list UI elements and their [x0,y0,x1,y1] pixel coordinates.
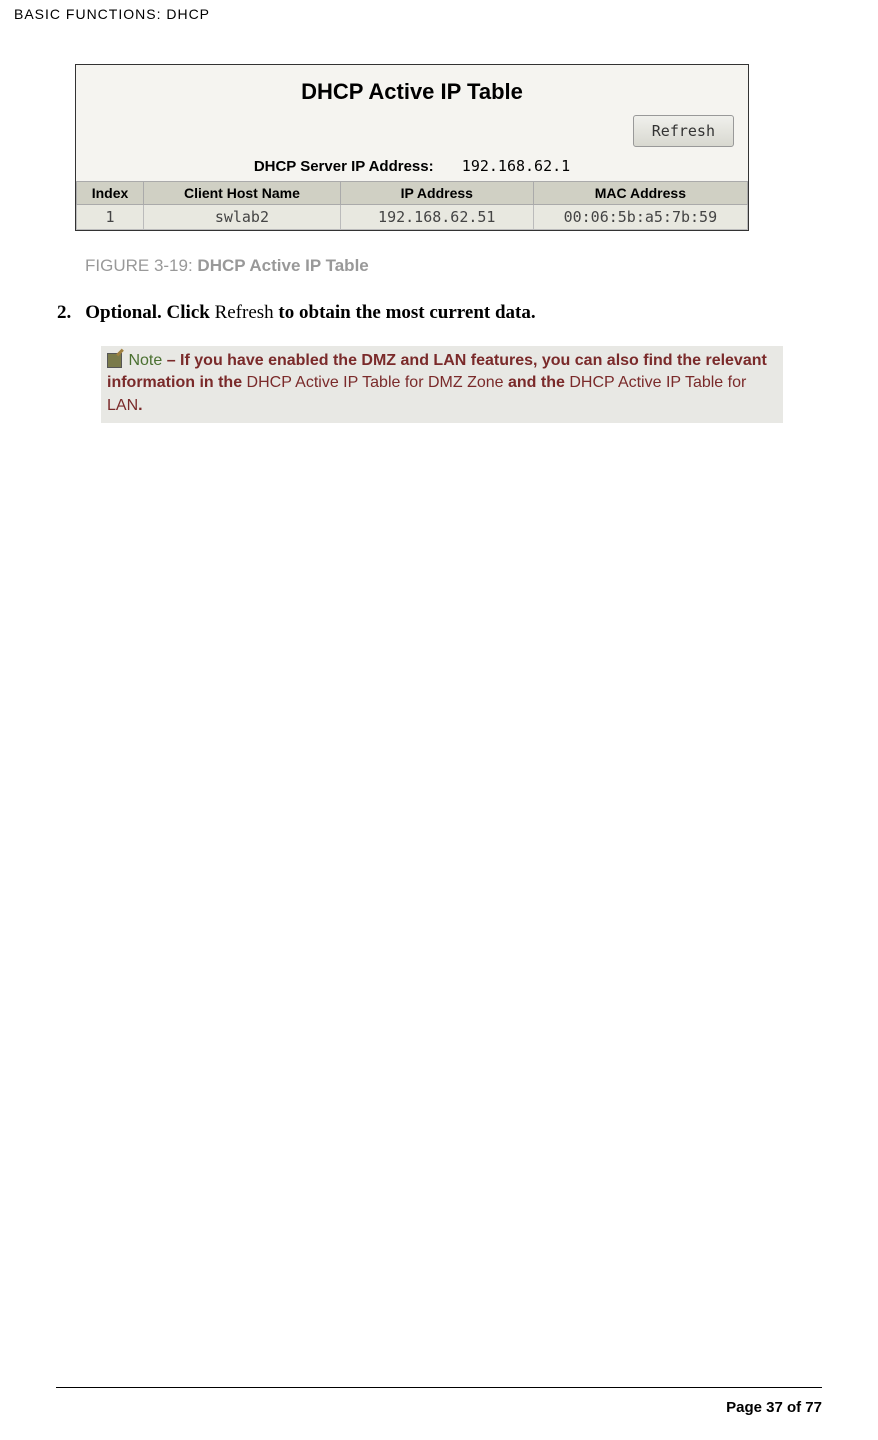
col-host-header: Client Host Name [144,182,341,205]
step-2: 2. Optional. Click Refresh to obtain the … [57,302,536,324]
col-ip-header: IP Address [340,182,533,205]
refresh-button[interactable]: Refresh [633,115,734,147]
page-number: Page 37 of 77 [726,1399,822,1416]
note-plain-1: DHCP Active IP Table for DMZ Zone [247,374,504,391]
cell-index: 1 [77,205,144,230]
step-bold-2: to obtain the most current data. [274,302,536,323]
step-number: 2. [57,302,71,323]
note-dash: – [162,352,180,369]
table-row: 1 swlab2 192.168.62.51 00:06:5b:a5:7b:59 [77,205,748,230]
figure-caption-prefix: FIGURE 3-19: [85,256,197,275]
cell-host: swlab2 [144,205,341,230]
dhcp-figure: DHCP Active IP Table Refresh DHCP Server… [75,64,749,231]
footer-divider [56,1387,822,1388]
note-icon [107,353,122,368]
col-index-header: Index [77,182,144,205]
page-header: BASIC FUNCTIONS: DHCP [14,6,210,22]
note-bold-3: . [138,397,142,414]
step-plain: Refresh [215,302,274,323]
server-ip-value: 192.168.62.1 [462,157,570,175]
table-header-row: Index Client Host Name IP Address MAC Ad… [77,182,748,205]
refresh-row: Refresh [76,111,748,153]
server-ip-label: DHCP Server IP Address: [254,158,434,175]
server-ip-row: DHCP Server IP Address: 192.168.62.1 [76,153,748,181]
dhcp-table: Index Client Host Name IP Address MAC Ad… [76,181,748,230]
col-mac-header: MAC Address [533,182,747,205]
cell-ip: 192.168.62.51 [340,205,533,230]
note-box: Note – If you have enabled the DMZ and L… [101,346,783,423]
step-bold-1: Optional. Click [85,302,214,323]
note-label: Note [128,352,162,369]
figure-caption-name: DHCP Active IP Table [197,256,368,275]
note-bold-2: and the [504,374,570,391]
figure-caption: FIGURE 3-19: DHCP Active IP Table [85,256,369,276]
cell-mac: 00:06:5b:a5:7b:59 [533,205,747,230]
figure-title: DHCP Active IP Table [76,65,748,111]
